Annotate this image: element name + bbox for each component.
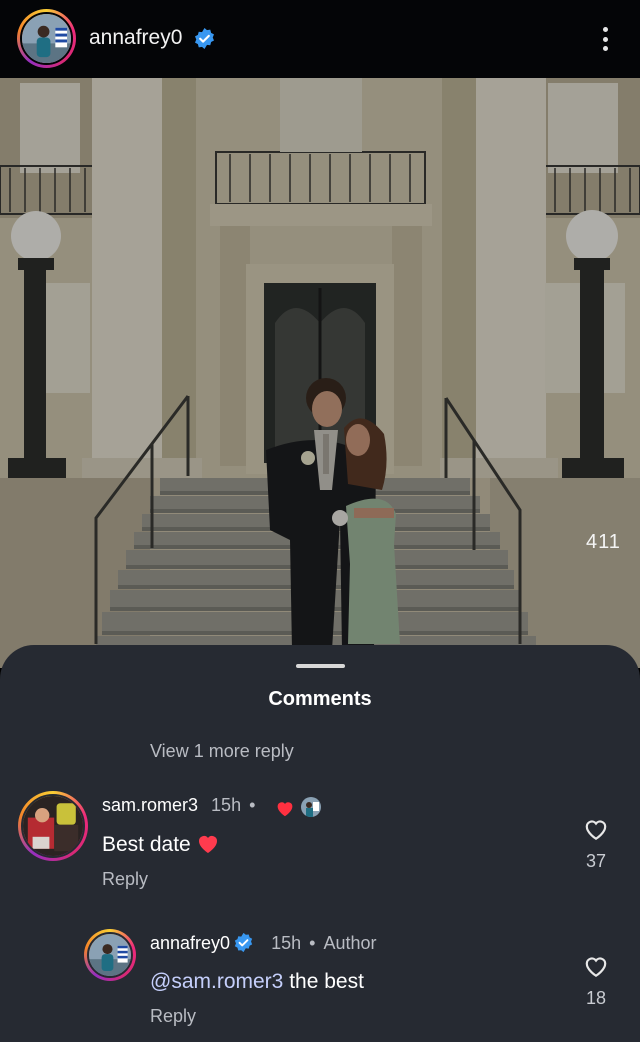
- avatar-image: [22, 14, 71, 63]
- reply-button[interactable]: Reply: [150, 1006, 196, 1027]
- more-vertical-icon[interactable]: [594, 24, 616, 54]
- comment-time: 15h: [211, 795, 242, 815]
- comments-sheet: Comments View 1 more reply sam.romer3 15…: [0, 645, 640, 1042]
- reply-meta: annafrey0 15h • Author: [150, 932, 377, 954]
- reply-author-avatar[interactable]: [84, 929, 136, 981]
- prom-photo-image: [0, 78, 640, 668]
- post-photo[interactable]: 411: [0, 78, 640, 668]
- header-username[interactable]: annafrey0: [89, 26, 182, 50]
- comments-title: Comments: [268, 688, 372, 710]
- like-count: 18: [585, 988, 607, 1008]
- reply-text: @sam.romer3 the best: [150, 970, 364, 994]
- meta-separator: •: [309, 933, 316, 953]
- verified-badge-icon: [234, 932, 253, 953]
- reply-body: the best: [289, 970, 364, 993]
- drag-handle[interactable]: [296, 664, 345, 668]
- view-more-replies-link[interactable]: View 1 more reply: [150, 741, 294, 762]
- red-heart-emoji-icon: [198, 836, 217, 853]
- like-heart-icon[interactable]: [583, 954, 609, 978]
- like-count: 37: [585, 851, 607, 871]
- reply-username[interactable]: annafrey0: [150, 933, 230, 953]
- post-header: annafrey0: [0, 0, 640, 78]
- author-mini-avatar: [301, 797, 321, 817]
- verified-badge-icon: [195, 27, 214, 50]
- avatar-image: [23, 796, 83, 856]
- reply-button[interactable]: Reply: [102, 869, 148, 890]
- mention-link[interactable]: @sam.romer3: [150, 970, 283, 993]
- comment-meta: sam.romer3 15h •: [102, 795, 255, 816]
- liked-by-author-heart-icon: [277, 802, 293, 817]
- reply-time: 15h: [271, 933, 302, 953]
- house-number: 411: [586, 531, 621, 553]
- meta-separator: •: [249, 795, 256, 815]
- like-heart-icon[interactable]: [583, 817, 609, 841]
- author-label: Author: [323, 933, 377, 953]
- avatar-image: [89, 934, 131, 976]
- comment-body: Best date: [102, 833, 191, 856]
- comment-text: Best date: [102, 832, 221, 857]
- profile-avatar[interactable]: [17, 9, 76, 68]
- commenter-avatar[interactable]: [18, 791, 88, 861]
- comment-username[interactable]: sam.romer3: [102, 795, 198, 815]
